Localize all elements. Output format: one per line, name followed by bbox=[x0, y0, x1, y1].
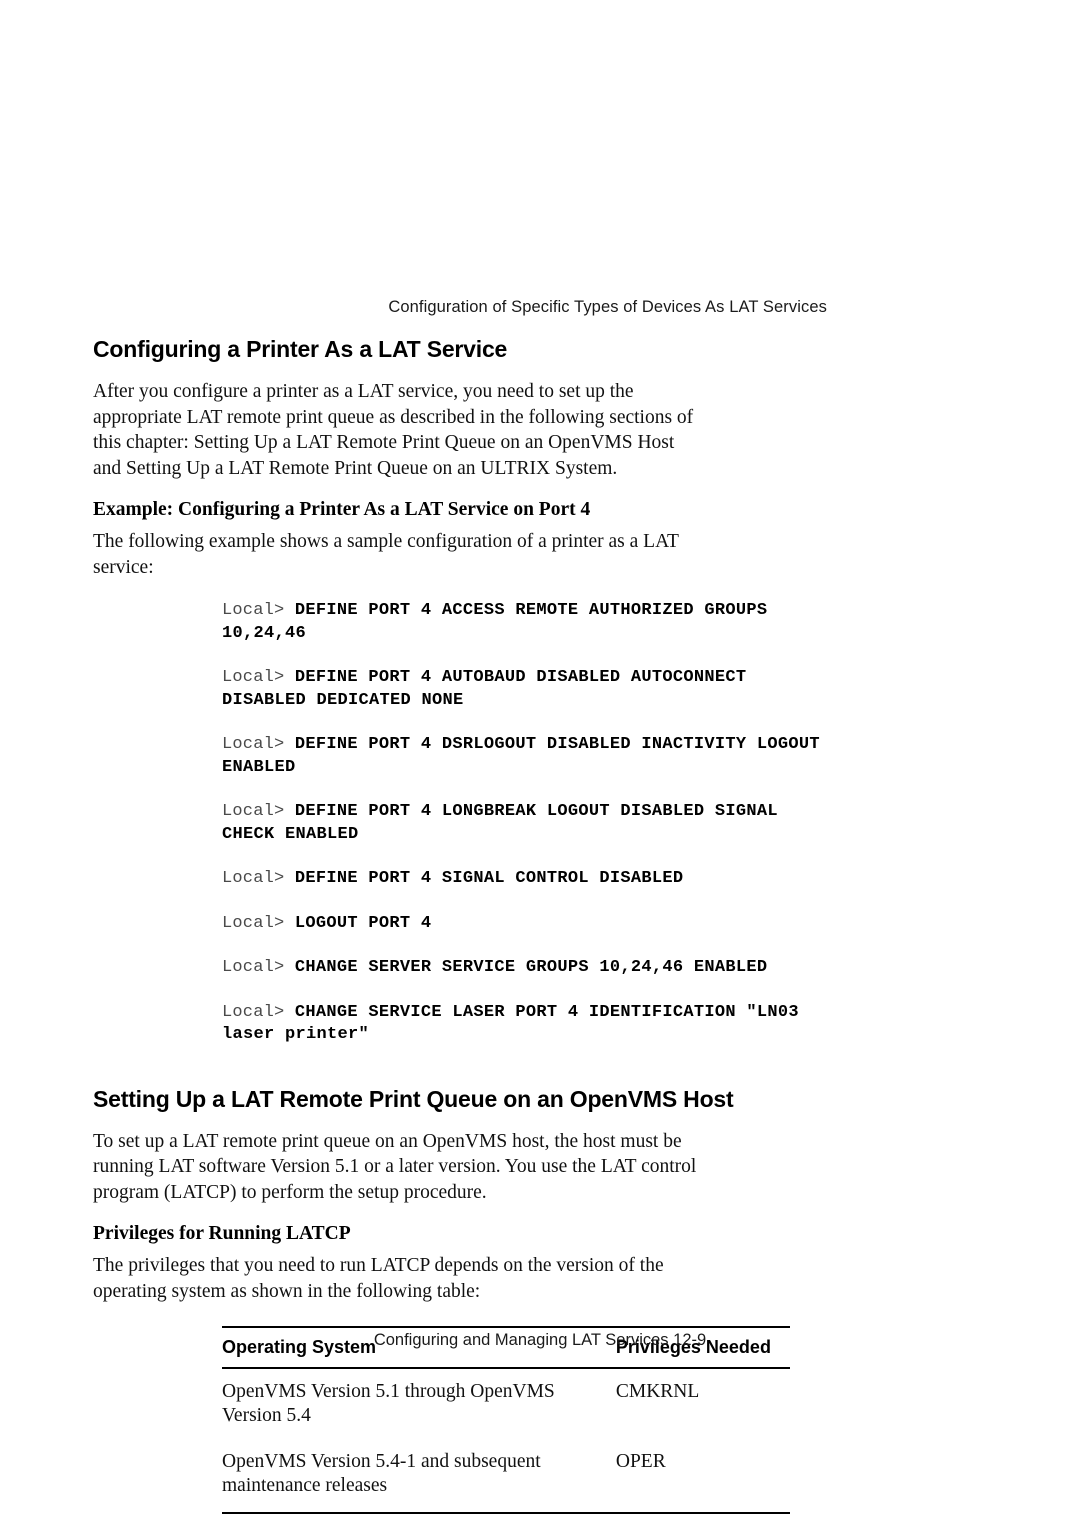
code-command: DEFINE PORT 4 DSRLOGOUT DISABLED INACTIV… bbox=[222, 735, 831, 777]
code-line: Local> CHANGE SERVICE LASER PORT 4 IDENT… bbox=[222, 1002, 833, 1047]
section-title-configuring-printer: Configuring a Printer As a LAT Service bbox=[93, 336, 508, 362]
code-prompt: Local> bbox=[222, 802, 295, 821]
code-command: DEFINE PORT 4 ACCESS REMOTE AUTHORIZED G… bbox=[222, 601, 778, 643]
table-cell-privileges: OPER bbox=[615, 1439, 790, 1514]
subsection-paragraph-privileges-latcp: The privileges that you need to run LATC… bbox=[93, 1255, 664, 1302]
code-prompt: Local> bbox=[222, 913, 295, 933]
code-command: CHANGE SERVER SERVICE GROUPS 10,24,46 EN… bbox=[294, 958, 768, 977]
code-prompt: Local> bbox=[222, 869, 295, 888]
section-paragraph-setting-up-print-queue: To set up a LAT remote print queue on an… bbox=[93, 1130, 697, 1203]
table-cell-operating-system: OpenVMS Version 5.1 through OpenVMS Vers… bbox=[222, 1381, 555, 1426]
code-command: LOGOUT PORT 4 bbox=[294, 913, 432, 933]
subsection-title-privileges-latcp: Privileges for Running LATCP bbox=[93, 1223, 351, 1244]
running-header: Configuration of Specific Types of Devic… bbox=[388, 298, 827, 316]
table-row: OpenVMS Version 5.1 through OpenVMS Vers… bbox=[222, 1368, 790, 1439]
code-prompt: Local> bbox=[222, 601, 295, 620]
subsection-paragraph-example-port-4: The following example shows a sample con… bbox=[93, 531, 679, 578]
section-title-setting-up-print-queue: Setting Up a LAT Remote Print Queue on a… bbox=[93, 1085, 734, 1112]
section-paragraph-configuring-printer: After you configure a printer as a LAT s… bbox=[93, 381, 694, 479]
code-line: Local> DEFINE PORT 4 AUTOBAUD DISABLED A… bbox=[222, 667, 833, 712]
code-command: DEFINE PORT 4 LONGBREAK LOGOUT DISABLED … bbox=[222, 802, 789, 844]
code-prompt: Local> bbox=[222, 668, 295, 687]
code-command: DEFINE PORT 4 AUTOBAUD DISABLED AUTOCONN… bbox=[222, 668, 757, 710]
page-footer: Configuring and Managing LAT Services 12… bbox=[373, 1331, 707, 1349]
code-line: Local> CHANGE SERVER SERVICE GROUPS 10,2… bbox=[222, 957, 833, 980]
document-page: Configuration of Specific Types of Devic… bbox=[0, 0, 1080, 1514]
privileges-table: Operating System Privileges Needed OpenV… bbox=[222, 1326, 790, 1514]
table-row: OpenVMS Version 5.4-1 and subsequent mai… bbox=[222, 1439, 790, 1514]
code-command: DEFINE PORT 4 SIGNAL CONTROL DISABLED bbox=[294, 869, 684, 888]
code-line: Local> DEFINE PORT 4 ACCESS REMOTE AUTHO… bbox=[222, 600, 833, 645]
table-cell-operating-system: OpenVMS Version 5.4-1 and subsequent mai… bbox=[222, 1439, 616, 1514]
code-prompt: Local> bbox=[222, 1002, 295, 1022]
code-prompt: Local> bbox=[222, 958, 295, 977]
code-prompt: Local> bbox=[222, 735, 295, 754]
table-body: OpenVMS Version 5.1 through OpenVMS Vers… bbox=[222, 1368, 790, 1514]
code-line: Local> DEFINE PORT 4 SIGNAL CONTROL DISA… bbox=[222, 868, 833, 891]
code-block: Local> DEFINE PORT 4 ACCESS REMOTE AUTHO… bbox=[222, 600, 833, 1047]
table-cell-privileges: CMKRNL bbox=[615, 1381, 700, 1402]
subsection-title-example-port-4: Example: Configuring a Printer As a LAT … bbox=[93, 499, 591, 520]
code-line: Local> DEFINE PORT 4 LONGBREAK LOGOUT DI… bbox=[222, 801, 833, 846]
code-line: Local> DEFINE PORT 4 DSRLOGOUT DISABLED … bbox=[222, 734, 833, 779]
code-line: Local> LOGOUT PORT 4 bbox=[222, 913, 833, 936]
code-command: CHANGE SERVICE LASER PORT 4 IDENTIFICATI… bbox=[222, 1002, 810, 1045]
